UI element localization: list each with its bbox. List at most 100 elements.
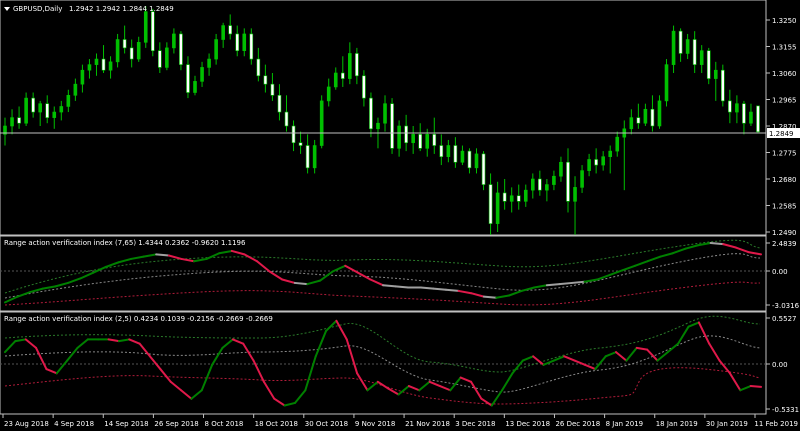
- candle-body: [706, 50, 711, 79]
- indicator-1-segment: [382, 284, 397, 288]
- candle-body: [692, 39, 697, 65]
- candle-body: [186, 64, 190, 93]
- candle-body: [362, 75, 366, 99]
- indicator-tick-label: 0.00: [772, 268, 788, 276]
- current-price-tag: 1.2849: [767, 128, 800, 138]
- candle-body: [52, 111, 57, 118]
- price-tick-label: 1.3155: [772, 44, 797, 52]
- candle-body: [298, 142, 303, 146]
- candle-body: [601, 156, 605, 166]
- candle-body: [488, 184, 493, 224]
- candle-body: [531, 178, 535, 191]
- candle-body: [643, 108, 648, 124]
- candle-body: [516, 195, 521, 202]
- candle-body: [165, 47, 169, 68]
- candle-body: [376, 122, 380, 130]
- candle-body: [383, 103, 387, 124]
- indicator-tick-label: 0.5527: [772, 315, 797, 323]
- time-tick-label: 26 Dec 2018: [555, 420, 600, 428]
- candle-body: [474, 153, 479, 169]
- indicator-2-panel[interactable]: [0, 311, 767, 415]
- chart-canvas[interactable]: GBPUSD,Daily 1.2942 1.2942 1.2844 1.2849…: [0, 0, 800, 431]
- candle-body: [277, 95, 282, 113]
- candle-body: [615, 136, 620, 152]
- indicator-2-axis: 0.5527 0.00 -0.5331: [766, 315, 799, 414]
- candle-body: [502, 192, 507, 202]
- candle-body: [235, 33, 240, 51]
- candle-body: [270, 83, 275, 96]
- candle-body: [566, 161, 570, 202]
- candle-body: [425, 134, 430, 149]
- candle-body: [200, 67, 204, 82]
- candle-body: [594, 159, 598, 166]
- price-tick-label: 1.2965: [772, 97, 797, 105]
- current-price-label: 1.2849: [769, 130, 794, 138]
- time-tick-label: 23 Aug 2018: [4, 420, 49, 428]
- indicator-tick-label: 2.4839: [772, 240, 797, 248]
- candle-body: [657, 100, 662, 127]
- candle-body: [284, 111, 289, 127]
- symbol-dropdown[interactable]: GBPUSD,Daily: [4, 5, 62, 13]
- symbol-label: GBPUSD,Daily: [13, 5, 62, 13]
- candle-body: [10, 117, 14, 127]
- candle-body: [495, 192, 500, 224]
- indicator-1-panel[interactable]: [0, 235, 767, 312]
- candle-body: [115, 39, 120, 63]
- price-axis: 1.32501.31551.30601.29651.28701.27751.26…: [766, 17, 797, 237]
- candle-body: [713, 69, 718, 79]
- price-tick-label: 1.3250: [772, 17, 797, 25]
- time-tick-label: 9 Nov 2018: [355, 420, 395, 428]
- candle-body: [242, 33, 247, 51]
- candle-body: [87, 64, 92, 71]
- candle-body: [66, 95, 71, 107]
- candle-body: [538, 178, 542, 191]
- candle-body: [122, 39, 127, 49]
- indicator-1-segment: [571, 280, 586, 284]
- candle-body: [143, 11, 148, 43]
- candle-body: [24, 97, 28, 124]
- time-tick-label: 4 Sep 2018: [54, 420, 94, 428]
- candle-body: [636, 117, 641, 124]
- price-tick-label: 1.2585: [772, 203, 797, 211]
- time-tick-label: 30 Jan 2019: [706, 420, 748, 428]
- candle-body: [509, 195, 514, 202]
- candle-body: [129, 47, 134, 60]
- candle-body: [45, 103, 50, 118]
- time-tick-label: 8 Oct 2018: [205, 420, 244, 428]
- candle-body: [355, 53, 359, 77]
- candle-body: [397, 125, 401, 149]
- candle-body: [172, 33, 176, 49]
- indicator-2-title: Range action verification index (2,5) 0.…: [4, 315, 273, 323]
- indicator-1-segment: [445, 288, 460, 292]
- indicator-2-segment: [749, 385, 762, 388]
- candle-body: [150, 11, 155, 51]
- candle-body: [749, 111, 753, 124]
- candle-body: [228, 25, 232, 35]
- time-tick-label: 21 Nov 2018: [405, 420, 450, 428]
- candle-body: [80, 69, 85, 85]
- candle-body: [312, 145, 317, 169]
- candle-body: [573, 187, 577, 202]
- ohlc-readout: 1.2942 1.2942 1.2844 1.2849: [69, 5, 174, 13]
- candle-body: [559, 161, 563, 177]
- candle-body: [432, 134, 437, 146]
- candle-body: [439, 145, 444, 157]
- candle-body: [291, 125, 296, 144]
- price-tick-label: 1.3060: [772, 70, 797, 78]
- indicator-tick-label: -0.5331: [772, 406, 799, 414]
- time-tick-label: 3 Dec 2018: [455, 420, 495, 428]
- candle-body: [319, 100, 324, 146]
- candle-body: [333, 72, 338, 88]
- candle-body: [31, 97, 35, 113]
- candle-body: [340, 72, 345, 79]
- time-tick-label: 18 Jan 2019: [656, 420, 698, 428]
- candle-body: [136, 42, 141, 60]
- indicator-1-title: Range action verification index (7,65) 1…: [4, 239, 246, 247]
- indicator-1-segment: [419, 286, 435, 290]
- candle-body: [249, 33, 254, 60]
- candle-body: [446, 145, 451, 157]
- candle-body: [678, 30, 683, 54]
- candle-body: [193, 81, 197, 93]
- indicator-1-segment: [558, 281, 573, 286]
- indicator-1-segment: [394, 285, 410, 289]
